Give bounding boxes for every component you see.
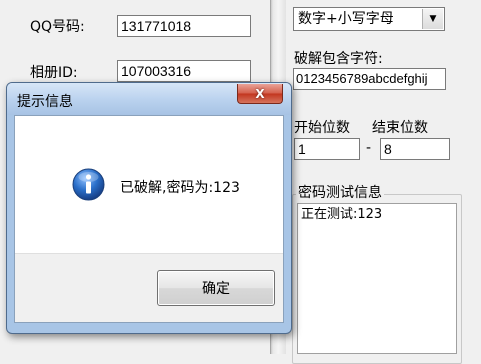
ok-button[interactable]: 确定 [157, 270, 275, 306]
range-separator: - [366, 140, 372, 156]
start-digits-label: 开始位数 [294, 120, 350, 136]
log-line: 正在测试:123 [301, 207, 383, 222]
log-group-title: 密码测试信息 [296, 182, 384, 202]
ok-button-label: 确定 [202, 281, 230, 297]
dialog-title: 提示信息 [17, 94, 73, 110]
message-dialog: 提示信息 X 已破解,密码为:123 确定 [6, 82, 292, 334]
end-digits-field[interactable]: 8 [380, 138, 450, 160]
dropdown-arrow-icon[interactable]: ▼ [422, 9, 443, 29]
qq-number-field[interactable]: 131771018 [117, 15, 251, 37]
crack-chars-label: 破解包含字符: [294, 51, 383, 67]
start-digits-field[interactable]: 1 [294, 138, 360, 160]
charset-select[interactable]: 数字+小写字母 ▼ [293, 7, 445, 31]
dialog-body: 已破解,密码为:123 确定 [14, 115, 284, 323]
album-id-label: 相册ID: [30, 65, 78, 81]
close-button[interactable]: X [237, 84, 283, 104]
info-icon [72, 168, 105, 201]
album-id-field[interactable]: 107003316 [117, 60, 251, 82]
log-textarea[interactable]: 正在测试:123 [297, 203, 457, 354]
crack-chars-field[interactable]: 0123456789abcdefghij [293, 68, 446, 90]
dialog-message: 已破解,密码为:123 [120, 180, 240, 196]
qq-label: QQ号码: [30, 19, 85, 35]
end-digits-label: 结束位数 [372, 120, 428, 136]
dialog-footer: 确定 [15, 253, 283, 322]
close-icon: X [255, 86, 265, 101]
charset-select-value: 数字+小写字母 [298, 11, 394, 27]
